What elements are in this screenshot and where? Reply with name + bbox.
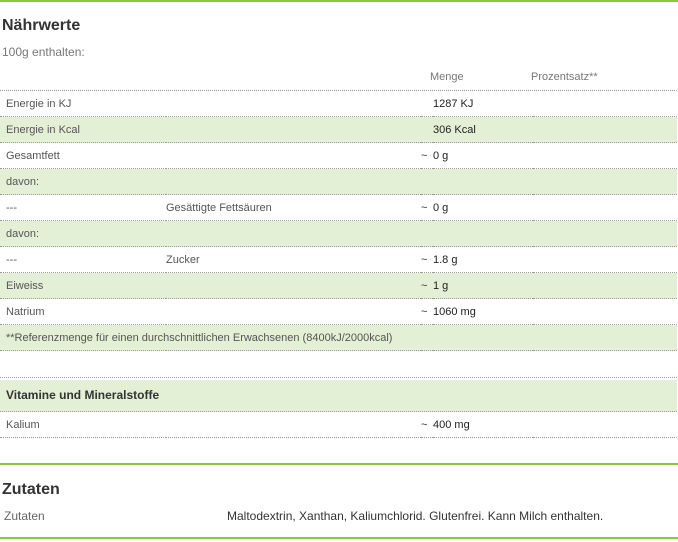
table-row: Kalium ~ 400 mg [0, 412, 677, 438]
column-header-menge: Menge [430, 71, 464, 83]
row-percent [533, 142, 677, 169]
row-sublabel [166, 116, 421, 143]
section-divider-top [0, 0, 678, 2]
footnote-row: **Referenzmenge für einen durchschnittli… [0, 324, 677, 351]
nutrition-table: Energie in KJ 1287 KJ Energie in Kcal 30… [0, 91, 677, 351]
table-row: Gesamtfett ~ 0 g [0, 142, 677, 169]
row-value: 1 g [433, 272, 533, 299]
row-percent [533, 298, 677, 325]
row-label: Energie in KJ [0, 91, 166, 117]
table-row: Energie in Kcal 306 Kcal [0, 116, 677, 143]
section-divider-bottom [0, 537, 678, 539]
zutaten-label: Zutaten [4, 509, 45, 523]
row-percent [533, 220, 677, 247]
row-label: Eiweiss [0, 272, 166, 299]
vitamine-top-border [0, 377, 677, 378]
row-approx [421, 116, 433, 143]
row-value [433, 220, 533, 247]
row-approx [421, 220, 433, 247]
section-divider-zutaten [0, 463, 678, 465]
row-sublabel [166, 91, 421, 117]
row-value: 400 mg [433, 412, 533, 438]
naehrwerte-title: Nährwerte [2, 17, 81, 34]
row-approx: ~ [421, 142, 433, 169]
naehrwerte-subtitle: 100g enthalten: [2, 45, 85, 59]
row-label: davon: [0, 168, 166, 195]
table-row: Energie in KJ 1287 KJ [0, 91, 677, 117]
row-sublabel [166, 272, 421, 299]
row-value: 1287 KJ [433, 91, 533, 117]
table-row: davon: [0, 220, 677, 247]
row-sublabel [166, 142, 421, 169]
row-approx: ~ [421, 272, 433, 299]
row-percent [533, 412, 677, 438]
row-label: Energie in Kcal [0, 116, 166, 143]
zutaten-title: Zutaten [2, 481, 60, 498]
vitamine-title: Vitamine und Mineralstoffe [0, 380, 677, 412]
row-percent [533, 246, 677, 273]
row-percent [533, 116, 677, 143]
row-approx: ~ [421, 298, 433, 325]
row-label: davon: [0, 220, 166, 247]
row-label: --- [0, 194, 166, 221]
row-sublabel [166, 168, 421, 195]
table-row: Natrium ~ 1060 mg [0, 298, 677, 325]
vitamine-table: Kalium ~ 400 mg [0, 412, 677, 438]
row-value [433, 168, 533, 195]
row-label: Gesamtfett [0, 142, 166, 169]
row-percent [533, 272, 677, 299]
row-sublabel [166, 412, 421, 438]
zutaten-value: Maltodextrin, Xanthan, Kaliumchlorid. Gl… [227, 509, 604, 523]
table-row: Eiweiss ~ 1 g [0, 272, 677, 299]
row-approx [421, 168, 433, 195]
row-value: 1060 mg [433, 298, 533, 325]
row-label: Kalium [0, 412, 166, 438]
footnote-text: **Referenzmenge für einen durchschnittli… [0, 324, 677, 351]
row-value: 0 g [433, 194, 533, 221]
row-percent [533, 194, 677, 221]
row-value: 1.8 g [433, 246, 533, 273]
row-sublabel [166, 220, 421, 247]
table-row: --- Zucker ~ 1.8 g [0, 246, 677, 273]
column-header-prozentsatz: Prozentsatz** [531, 71, 598, 83]
row-approx: ~ [421, 246, 433, 273]
table-row: davon: [0, 168, 677, 195]
row-approx [421, 91, 433, 117]
row-sublabel [166, 298, 421, 325]
row-value: 0 g [433, 142, 533, 169]
row-value: 306 Kcal [433, 116, 533, 143]
row-label: --- [0, 246, 166, 273]
row-approx: ~ [421, 412, 433, 438]
row-percent [533, 91, 677, 117]
row-sublabel: Zucker [166, 246, 421, 273]
row-percent [533, 168, 677, 195]
row-sublabel: Gesättigte Fettsäuren [166, 194, 421, 221]
row-label: Natrium [0, 298, 166, 325]
row-approx: ~ [421, 194, 433, 221]
table-row: --- Gesättigte Fettsäuren ~ 0 g [0, 194, 677, 221]
